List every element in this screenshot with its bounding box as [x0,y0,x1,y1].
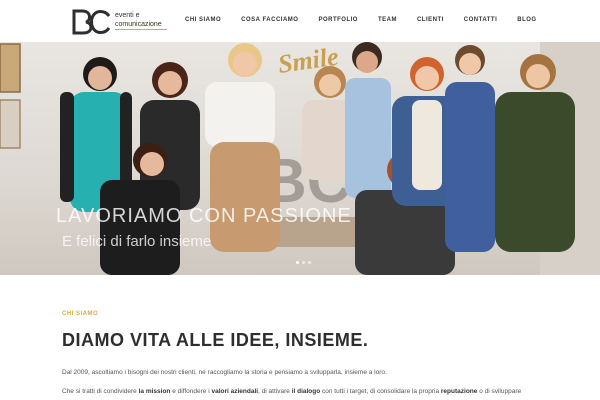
nav-contatti[interactable]: CONTATTI [464,17,497,27]
slider-dots [296,261,311,264]
logo-line-2: comunicazione [115,21,162,28]
p2-bold-valori: valori aziendali [211,388,259,395]
p2-bold-mission: la mission [138,388,171,395]
slider-dot-1[interactable] [296,261,299,264]
site-header: eventi e comunicazione CHI SIAMO COSA FA… [0,0,600,42]
nav-cosa-facciamo[interactable]: COSA FACCIAMO [241,17,298,27]
logo-line-1: eventi e [115,12,140,19]
p2-text-2: e diffondere i [170,388,212,395]
nav-clienti[interactable]: CLIENTI [417,17,444,27]
hero-title: LAVORIAMO CON PASSIONE [56,205,352,227]
hero-slider[interactable]: Smile BC LAVORIAMO CON PASSIONE E felici… [0,42,600,275]
logo[interactable]: eventi e comunicazione [72,9,172,35]
p2-text-3: , di attivare [258,388,292,395]
p2-bold-dialogo: il dialogo [291,388,321,395]
nav-blog[interactable]: BLOG [517,17,536,27]
slider-dot-2[interactable] [302,261,305,264]
p2-bold-reputazione: reputazione [440,388,478,395]
section-title: DIAMO VITA ALLE IDEE, INSIEME. [62,330,369,350]
nav-portfolio[interactable]: PORTFOLIO [318,17,358,27]
main-nav: CHI SIAMO COSA FACCIAMO PORTFOLIO TEAM C… [174,17,557,27]
about-paragraph-1: Dal 2009, ascoltiamo i bisogni dei nostr… [62,369,387,376]
p2-text-4: con tutti i target, di consolidare la pr… [320,388,441,395]
p2-text-1: Che si tratti di condividere [62,388,139,395]
logo-underline [115,29,167,30]
logo-text: eventi e comunicazione [115,11,162,29]
nav-chi-siamo[interactable]: CHI SIAMO [185,17,221,27]
p2-text-5: o di sviluppare [477,388,522,395]
logo-mark-icon [72,9,111,35]
hero-subtitle: E felici di farlo insieme [62,233,212,250]
about-paragraph-2: Che si tratti di condividere la mission … [62,388,521,395]
slider-dot-3[interactable] [308,261,311,264]
nav-team[interactable]: TEAM [378,17,397,27]
section-eyebrow: CHI SIAMO [62,311,99,317]
